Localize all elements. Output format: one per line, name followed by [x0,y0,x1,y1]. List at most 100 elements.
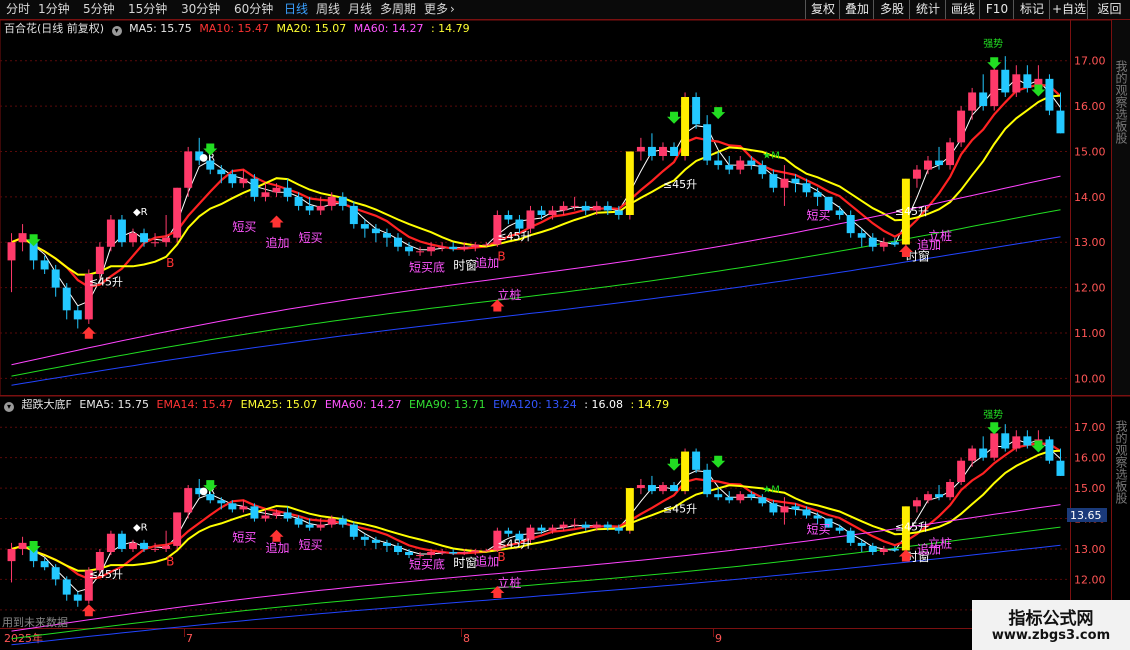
annotation-short-buy: 短买 [299,231,323,245]
main-candles [7,56,1065,386]
candle-body [504,215,513,220]
ma-line-1 [11,83,1062,289]
indicator-candles [7,424,1065,646]
y-tick-label: 16.00 [1074,100,1106,113]
candle-body [780,506,789,513]
arrow-up-icon [898,549,913,562]
more-chevron-icon[interactable]: › [450,1,455,18]
candle-body [912,169,921,179]
settings-circle-icon[interactable]: ▾ [111,26,122,36]
candle-body [217,169,226,175]
ema5-value: EMA5: 15.75 [79,398,149,411]
candle-body [106,533,115,552]
candle-body [62,287,71,311]
y-tick-label: 17.00 [1074,421,1106,434]
candle-body [217,500,226,504]
indicator-settings-icon[interactable]: ▾ [4,402,14,412]
candle-body [846,530,855,543]
candle-body [40,260,49,270]
annotation-add: 追加 [475,554,499,569]
candle-body [1023,74,1032,88]
annotation-short-bottom: 短买底 [409,260,445,275]
ma-line-5 [11,544,1061,646]
period-tab-30min[interactable]: 30分钟 [181,1,220,18]
period-tab-5min[interactable]: 5分钟 [83,1,115,18]
ma-line-5 [11,236,1061,386]
ma5-value: MA5: 15.75 [129,22,192,35]
annotation-short-buy: 短买 [299,538,323,552]
f10-button[interactable]: F10 [979,0,1014,19]
candle-body [592,205,601,211]
candle-body [1056,460,1065,476]
ema60-value: EMA60: 14.27 [324,398,402,411]
candle-body [791,178,800,184]
period-tab-60min[interactable]: 60分钟 [234,1,273,18]
candle-body [802,183,811,193]
chart-canvas[interactable]: 17.00 16.00 15.00 14.00 13.00 12.00 11.00 10.00… [0,0,1130,650]
annotation-short-buy: 短买 [807,523,831,537]
annotation-add: 追加 [265,235,289,250]
candle-body [305,205,314,211]
period-tab-1min[interactable]: 1分钟 [38,1,70,18]
candle-body [117,219,126,243]
candle-body [106,219,115,247]
mark-button[interactable]: 标记 [1013,0,1050,19]
ma10-value: MA10: 15.47 [199,22,270,35]
annotation-rise45: ≤45升 [895,205,929,218]
candle-body [570,205,579,207]
period-tab-more[interactable]: 更多 [424,1,448,18]
period-tab-daily[interactable]: 日线 [284,1,308,18]
indicator-annotations: 短买追加 短买短买底 时窗追加立桩时窗追加立桩短买≤45升≤45升≤45升≤45升B… [26,408,1046,617]
annotation-add: 追加 [265,540,289,555]
candle-body [769,503,778,513]
multi-stock-button[interactable]: 多股 [873,0,910,19]
candle-body [559,524,568,528]
candle-body [670,146,678,156]
candle-body [95,246,104,274]
period-tab-15min[interactable]: 15分钟 [128,1,167,18]
back-button[interactable]: 返回 [1087,0,1130,19]
candle-body [703,469,712,495]
candle-body [647,146,656,156]
candle-body [184,151,193,188]
candle-body [603,205,612,211]
period-tab-weekly[interactable]: 周线 [316,1,340,18]
annotation-add: 追加 [917,237,941,252]
candle-body [371,539,380,543]
candle-body [957,110,966,143]
period-tab-monthly[interactable]: 月线 [348,1,372,18]
candle-body [206,494,215,501]
arrow-up-icon [898,245,913,258]
arrow-up-icon [269,215,284,228]
add-watchlist-button[interactable]: +自选 [1049,0,1088,19]
candle-body [360,224,369,229]
candle-body [206,160,215,170]
y-tick-label: 13.00 [1074,236,1106,249]
x-axis-month-8: 8 [463,632,470,645]
candle-body [29,548,38,562]
candle-body [504,530,513,534]
restore-rights-button[interactable]: 复权 [805,0,840,19]
annotation-short-buy: 短买 [232,220,256,234]
ma-line-3 [11,504,1061,632]
candle-body [129,542,137,549]
candle-body [173,187,182,238]
statistics-button[interactable]: 统计 [909,0,946,19]
draw-line-button[interactable]: 画线 [945,0,980,19]
y-tick-label: 11.00 [1074,327,1106,340]
period-tab-multi[interactable]: 多周期 [380,1,416,18]
overlay-button[interactable]: 叠加 [839,0,874,19]
ma-line-4 [11,526,1061,640]
candle-body [548,210,557,215]
period-toolbar: 分时 1分钟 5分钟 15分钟 30分钟 60分钟 日线 周线 月线 多周期 更… [0,0,1130,20]
ma-line-2 [11,449,1061,572]
arrow-down-icon [203,143,218,156]
arrow-down-icon [1031,84,1046,97]
candle-body [117,533,126,549]
x-axis-month-7: 7 [186,632,193,645]
candle-body [614,210,623,215]
candle-body [659,146,667,156]
candle-body [736,494,745,501]
candle-body [40,561,49,568]
period-tab-timeshare[interactable]: 分时 [6,1,30,18]
